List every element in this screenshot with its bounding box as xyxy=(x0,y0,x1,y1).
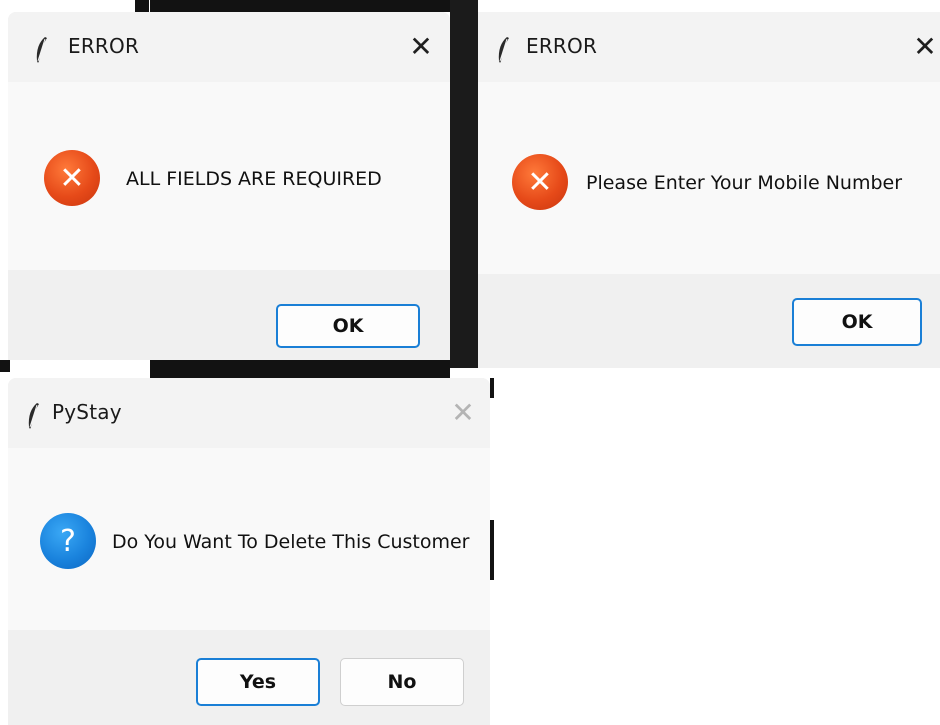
error-icon: ✕ xyxy=(44,150,100,206)
dialog-body: ✕ ALL FIELDS ARE REQUIRED xyxy=(8,82,450,270)
dialog-message: ALL FIELDS ARE REQUIRED xyxy=(126,168,382,190)
close-icon[interactable]: ✕ xyxy=(406,32,436,62)
title-bar: ERROR ✕ xyxy=(8,12,450,82)
title-bar: ERROR ✕ xyxy=(478,12,940,82)
background-fragment xyxy=(135,0,149,12)
ok-button[interactable]: OK xyxy=(276,304,420,348)
dialog-title: PyStay xyxy=(52,400,122,424)
title-bar: PyStay ✕ xyxy=(8,378,490,448)
dialog-body: ✕ Please Enter Your Mobile Number xyxy=(478,82,940,274)
background-fragment xyxy=(450,0,478,368)
no-button[interactable]: No xyxy=(340,658,464,706)
close-icon: ✕ xyxy=(451,396,475,429)
background-fragment xyxy=(150,0,450,12)
dialog-title: ERROR xyxy=(68,34,140,58)
error-dialog-required-fields: ERROR ✕ ✕ ALL FIELDS ARE REQUIRED OK xyxy=(8,12,450,360)
feather-icon xyxy=(498,37,509,63)
feather-icon xyxy=(28,403,39,429)
background-fragment xyxy=(0,360,10,372)
dialog-body: ? Do You Want To Delete This Customer xyxy=(8,448,490,630)
error-icon: ✕ xyxy=(512,154,568,210)
question-icon: ? xyxy=(40,513,96,569)
dialog-title: ERROR xyxy=(526,34,598,58)
dialog-message: Do You Want To Delete This Customer xyxy=(112,531,470,553)
background-fragment xyxy=(490,520,494,580)
background-fragment xyxy=(150,360,450,378)
close-icon[interactable]: ✕ xyxy=(910,32,940,62)
dialog-message: Please Enter Your Mobile Number xyxy=(586,172,903,194)
error-dialog-mobile-number: ERROR ✕ ✕ Please Enter Your Mobile Numbe… xyxy=(478,12,940,368)
confirm-delete-dialog: PyStay ✕ ? Do You Want To Delete This Cu… xyxy=(8,378,490,725)
feather-icon xyxy=(36,37,47,63)
background-fragment xyxy=(490,378,494,398)
yes-button[interactable]: Yes xyxy=(196,658,320,706)
ok-button[interactable]: OK xyxy=(792,298,922,346)
